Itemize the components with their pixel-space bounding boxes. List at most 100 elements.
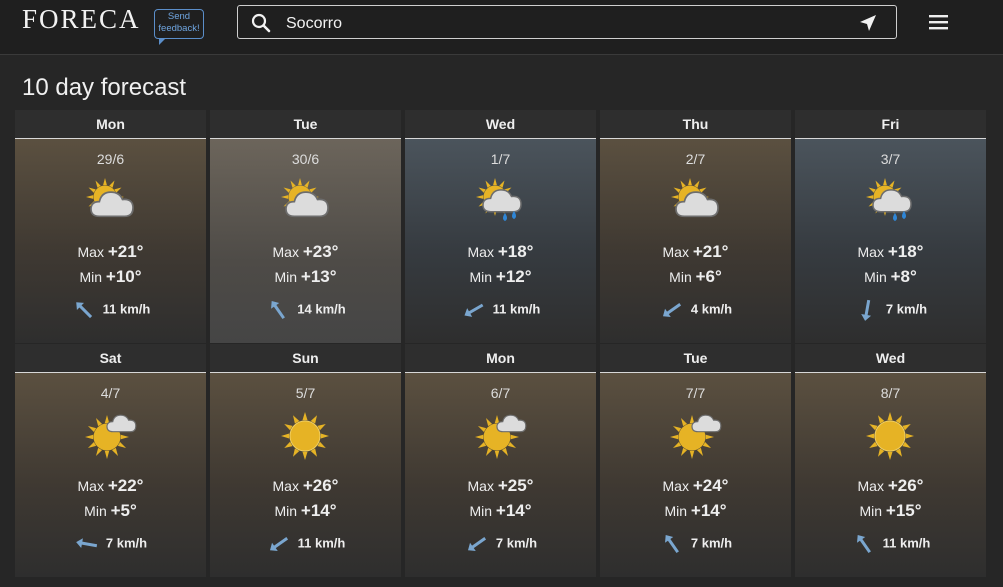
max-temp-row: Max +21° [600,242,791,262]
wind-speed: 11 km/h [882,535,931,551]
max-temp: +26° [887,476,924,495]
send-feedback-button[interactable]: Send feedback! [154,9,204,45]
max-temp-row: Max +26° [210,476,401,496]
max-label: Max [662,244,689,260]
wind-speed: 11 km/h [492,301,541,317]
max-temp-row: Max +24° [600,476,791,496]
wind-direction-arrow-icon [659,301,691,317]
min-temp: +8° [890,267,917,286]
day-name: Wed [405,110,596,139]
max-label: Max [77,478,104,494]
partly-cloudy-weather-icon [670,177,722,234]
min-label: Min [79,269,103,285]
hamburger-menu-icon[interactable] [929,14,949,35]
min-label: Min [84,503,107,519]
date-label: 2/7 [685,151,706,167]
day-forecast-card[interactable]: Tue 30/6 Max +23° Min +13° 14 km/h [210,110,401,343]
day-cell[interactable]: 7/7 Max +24° Min +14° 7 km/h [600,373,791,577]
day-name: Sun [210,344,401,373]
day-forecast-card[interactable]: Thu 2/7 Max +21° Min +6° 4 km/h [600,110,791,343]
top-bar: FORECA Send feedback! [0,0,1003,55]
wind-speed: 4 km/h [690,301,733,317]
max-label: Max [272,244,299,260]
min-label: Min [469,503,493,519]
min-label: Min [469,269,493,285]
search-icon[interactable] [251,13,271,38]
mostly-sunny-weather-icon [85,411,137,468]
day-forecast-card[interactable]: Wed 1/7 Max +18° Min +12° 11 km/h [405,110,596,343]
day-cell[interactable]: 5/7 Max +26° Min +14° 11 km/h [210,373,401,577]
min-temp-row: Min +15° [795,501,986,521]
day-forecast-card[interactable]: Sun 5/7 Max +26° Min +14° 11 km/h [210,344,401,577]
wind-speed: 7 km/h [690,535,733,551]
min-temp-row: Min +6° [600,267,791,287]
max-temp-row: Max +22° [15,476,206,496]
day-name: Mon [405,344,596,373]
max-temp: +21° [107,242,144,261]
day-forecast-card[interactable]: Tue 7/7 Max +24° Min +14° 7 km/h [600,344,791,577]
min-label: Min [864,269,887,285]
min-temp-row: Min +12° [405,267,596,287]
wind-row: 11 km/h [405,299,596,321]
location-search-input[interactable] [284,12,848,36]
min-temp-row: Min +14° [405,501,596,521]
max-label: Max [857,478,884,494]
location-arrow-icon[interactable] [858,13,878,38]
max-temp-row: Max +25° [405,476,596,496]
foreca-logo[interactable]: FORECA [22,4,141,35]
wind-row: 7 km/h [600,533,791,555]
day-forecast-card[interactable]: Wed 8/7 Max +26° Min +15° 11 km/h [795,344,986,577]
day-cell[interactable]: 1/7 Max +18° Min +12° 11 km/h [405,139,596,343]
wind-row: 7 km/h [15,533,206,555]
mostly-sunny-weather-icon [670,411,722,468]
day-forecast-card[interactable]: Mon 6/7 Max +25° Min +14° 7 km/h [405,344,596,577]
min-label: Min [274,269,298,285]
wind-direction-arrow-icon [266,535,298,551]
wind-speed: 7 km/h [105,535,148,551]
day-name: Tue [210,110,401,139]
min-temp: +14° [495,501,532,520]
wind-direction-arrow-icon [461,301,493,317]
wind-row: 11 km/h [210,533,401,555]
sunny-weather-icon [280,411,332,468]
max-temp-row: Max +21° [15,242,206,262]
day-cell[interactable]: 2/7 Max +21° Min +6° 4 km/h [600,139,791,343]
date-label: 29/6 [96,151,125,167]
max-temp: +25° [497,476,534,495]
max-label: Max [467,244,494,260]
date-label: 1/7 [490,151,511,167]
wind-speed: 7 km/h [885,301,928,317]
wind-direction-arrow-icon [265,300,297,320]
day-cell[interactable]: 6/7 Max +25° Min +14° 7 km/h [405,373,596,577]
date-label: 8/7 [880,385,901,401]
min-temp-row: Min +14° [600,501,791,521]
day-forecast-card[interactable]: Sat 4/7 Max +22° Min +5° 7 km/h [15,344,206,577]
sunny-weather-icon [865,411,917,468]
partly-cloudy-weather-icon [85,177,137,234]
day-cell[interactable]: 8/7 Max +26° Min +15° 11 km/h [795,373,986,577]
min-label: Min [274,503,298,519]
wind-direction-arrow-icon [74,535,106,550]
day-name: Wed [795,344,986,373]
max-label: Max [467,478,494,494]
date-label: 4/7 [100,385,121,401]
max-temp: +24° [692,476,729,495]
min-temp: +6° [695,267,722,286]
day-cell[interactable]: 3/7 Max +18° Min +8° 7 km/h [795,139,986,343]
day-forecast-card[interactable]: Mon 29/6 Max +21° Min +10° 11 km/h [15,110,206,343]
max-temp: +18° [887,242,924,261]
day-cell[interactable]: 29/6 Max +21° Min +10° 11 km/h [15,139,206,343]
day-name: Tue [600,344,791,373]
wind-speed: 14 km/h [297,301,346,317]
wind-row: 4 km/h [600,299,791,321]
day-cell[interactable]: 4/7 Max +22° Min +5° 7 km/h [15,373,206,577]
date-label: 7/7 [685,385,706,401]
min-temp: +14° [300,501,337,520]
max-temp-row: Max +18° [405,242,596,262]
day-forecast-card[interactable]: Fri 3/7 Max +18° Min +8° 7 km/h [795,110,986,343]
date-label: 3/7 [880,151,901,167]
min-temp-row: Min +14° [210,501,401,521]
date-label: 6/7 [490,385,511,401]
day-cell[interactable]: 30/6 Max +23° Min +13° 14 km/h [210,139,401,343]
min-temp: +12° [495,267,532,286]
